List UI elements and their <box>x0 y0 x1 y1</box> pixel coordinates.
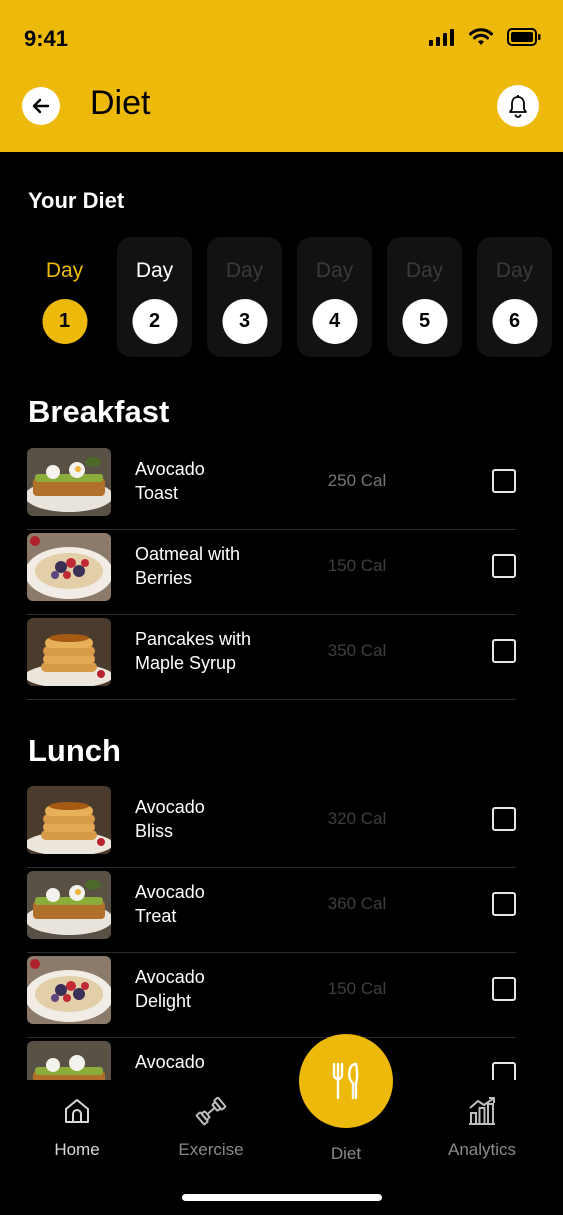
oatmeal-berries-image <box>27 533 111 601</box>
meal-name: Avocado Bliss <box>135 797 205 841</box>
day-number: 5 <box>402 299 447 344</box>
oatmeal-berries-image <box>27 956 111 1024</box>
meal-name: Pancakes with Maple Syrup <box>135 629 252 673</box>
diet-fab-button[interactable] <box>299 1034 393 1128</box>
meal-checkbox[interactable] <box>492 892 516 916</box>
nav-label: Analytics <box>447 1140 517 1159</box>
nav-home[interactable]: Home <box>17 1094 137 1160</box>
day-number: 4 <box>312 299 357 344</box>
meal-calories: 250 Cal <box>327 471 387 490</box>
lunch-heading: Lunch <box>28 733 121 768</box>
meal-name: Oatmeal with Berries <box>135 544 241 588</box>
day-number: 2 <box>132 299 177 344</box>
nav-label: Diet <box>330 1144 362 1163</box>
home-icon <box>65 1099 89 1123</box>
notifications-button[interactable] <box>497 85 539 127</box>
nav-label: Home <box>54 1140 100 1159</box>
day-tab-4[interactable]: Day 4 <box>297 237 372 357</box>
meal-name: Avocado <box>135 1052 205 1072</box>
day-label: Day <box>315 259 354 282</box>
meal-row[interactable]: Pancakes with Maple Syrup 350 Cal <box>27 615 516 700</box>
back-button[interactable] <box>22 87 60 125</box>
day-number: 3 <box>222 299 267 344</box>
meal-row[interactable]: Avocado Delight 150 Cal <box>27 953 516 1038</box>
your-diet-title: Your Diet <box>28 188 125 213</box>
day-selector: Day 1 Day 2 Day 3 Day 4 Day 5 Day 6 <box>27 237 563 357</box>
app-header: 9:41 Diet <box>0 0 563 152</box>
avocado-toast-image <box>27 871 111 939</box>
meal-checkbox[interactable] <box>492 469 516 493</box>
pancakes-image <box>27 786 111 854</box>
analytics-icon <box>469 1097 495 1125</box>
home-indicator <box>182 1194 382 1201</box>
meal-checkbox[interactable] <box>492 554 516 578</box>
page-title: Diet <box>90 84 151 122</box>
meal-row[interactable]: Avocado Treat 360 Cal <box>27 868 516 953</box>
day-number: 6 <box>492 299 537 344</box>
bell-icon <box>509 95 527 118</box>
signal-icon <box>429 29 454 46</box>
meal-name: Avocado Delight <box>135 967 205 1011</box>
meal-calories: 350 Cal <box>327 641 387 660</box>
meal-calories: 360 Cal <box>327 894 387 913</box>
meal-calories: 320 Cal <box>327 809 387 828</box>
meal-row[interactable]: Oatmeal with Berries 150 Cal <box>27 530 516 615</box>
nav-analytics[interactable]: Analytics <box>422 1094 542 1160</box>
utensils-icon <box>332 1062 359 1100</box>
avocado-toast-image <box>27 448 111 516</box>
status-time: 9:41 <box>24 26 69 51</box>
pancakes-image <box>27 618 111 686</box>
meal-checkbox[interactable] <box>492 807 516 831</box>
day-tab-2[interactable]: Day 2 <box>117 237 192 357</box>
nav-label: Exercise <box>178 1140 244 1159</box>
day-number: 1 <box>42 299 87 344</box>
day-tab-5[interactable]: Day 5 <box>387 237 462 357</box>
meal-calories: 150 Cal <box>327 979 387 998</box>
battery-icon <box>507 28 541 46</box>
nav-diet[interactable]: Diet <box>286 1132 406 1164</box>
wifi-icon <box>469 28 493 45</box>
day-label: Day <box>45 259 84 282</box>
meal-calories: 150 Cal <box>327 556 387 575</box>
day-tab-3[interactable]: Day 3 <box>207 237 282 357</box>
status-icons <box>429 28 541 46</box>
meal-name: Avocado Toast <box>135 459 205 503</box>
dumbbell-icon <box>195 1096 227 1126</box>
meal-row[interactable]: Avocado Toast 250 Cal <box>27 445 516 530</box>
day-tab-1[interactable]: Day 1 <box>27 237 102 357</box>
breakfast-heading: Breakfast <box>28 394 170 429</box>
day-label: Day <box>405 259 444 282</box>
meal-row[interactable]: Avocado Bliss 320 Cal <box>27 783 516 868</box>
day-label: Day <box>495 259 534 282</box>
nav-exercise[interactable]: Exercise <box>151 1094 271 1160</box>
meal-checkbox[interactable] <box>492 639 516 663</box>
day-label: Day <box>135 259 174 282</box>
meal-name: Avocado Treat <box>135 882 205 926</box>
day-label: Day <box>225 259 264 282</box>
meal-checkbox[interactable] <box>492 977 516 1001</box>
day-tab-6[interactable]: Day 6 <box>477 237 552 357</box>
arrow-left-icon <box>32 98 50 114</box>
